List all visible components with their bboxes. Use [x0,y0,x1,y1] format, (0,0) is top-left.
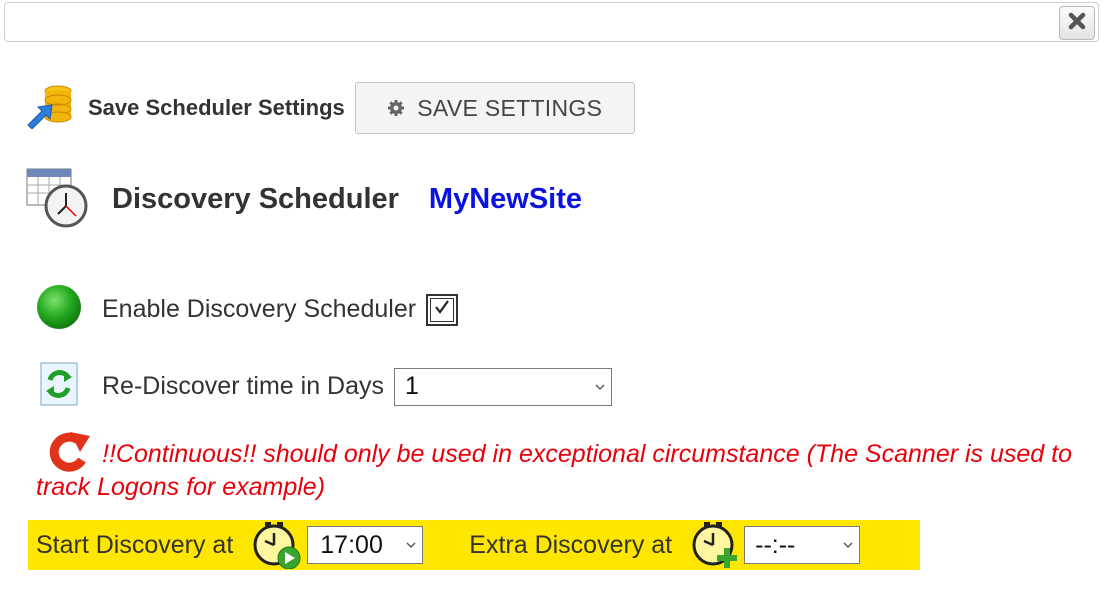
schedule-bar: Start Discovery at 17:00 Extra Discovery… [28,520,920,570]
extra-time-select[interactable]: --:-- [744,526,861,564]
page-title: Discovery Scheduler [112,183,399,215]
clock-add-icon [690,521,740,569]
clock-play-icon [251,521,301,569]
site-name: MyNewSite [428,183,583,215]
extra-time-value: --:-- [755,530,796,559]
refresh-icon [40,362,78,411]
chevron-down-icon [406,541,416,549]
start-time-select[interactable]: 17:00 [307,526,424,564]
rediscover-days-value: 1 [405,372,419,400]
start-time-value: 17:00 [320,530,383,559]
save-settings-label: Save Scheduler Settings [88,95,345,120]
rediscover-days-label: Re-Discover time in Days [102,372,385,400]
calendar-clock-icon [26,166,90,233]
gear-icon [387,99,405,117]
start-discovery-label: Start Discovery at [36,530,234,559]
database-save-icon [24,83,74,134]
green-status-icon [36,284,82,335]
save-settings-button[interactable]: SAVE SETTINGS [354,82,635,134]
close-icon [1067,11,1087,36]
checkmark-icon [433,298,451,321]
continuous-warning-text: !!Continuous!! should only be used in ex… [36,440,1072,501]
rediscover-days-select[interactable]: 1 [394,367,613,406]
dialog-titlebar [4,2,1099,42]
extra-discovery-label: Extra Discovery at [469,530,673,559]
enable-scheduler-label: Enable Discovery Scheduler [102,295,417,323]
chevron-down-icon [843,541,853,549]
enable-scheduler-checkbox[interactable] [426,293,459,326]
chevron-down-icon [595,383,605,391]
close-button[interactable] [1059,6,1095,40]
save-settings-button-label: SAVE SETTINGS [417,94,603,121]
